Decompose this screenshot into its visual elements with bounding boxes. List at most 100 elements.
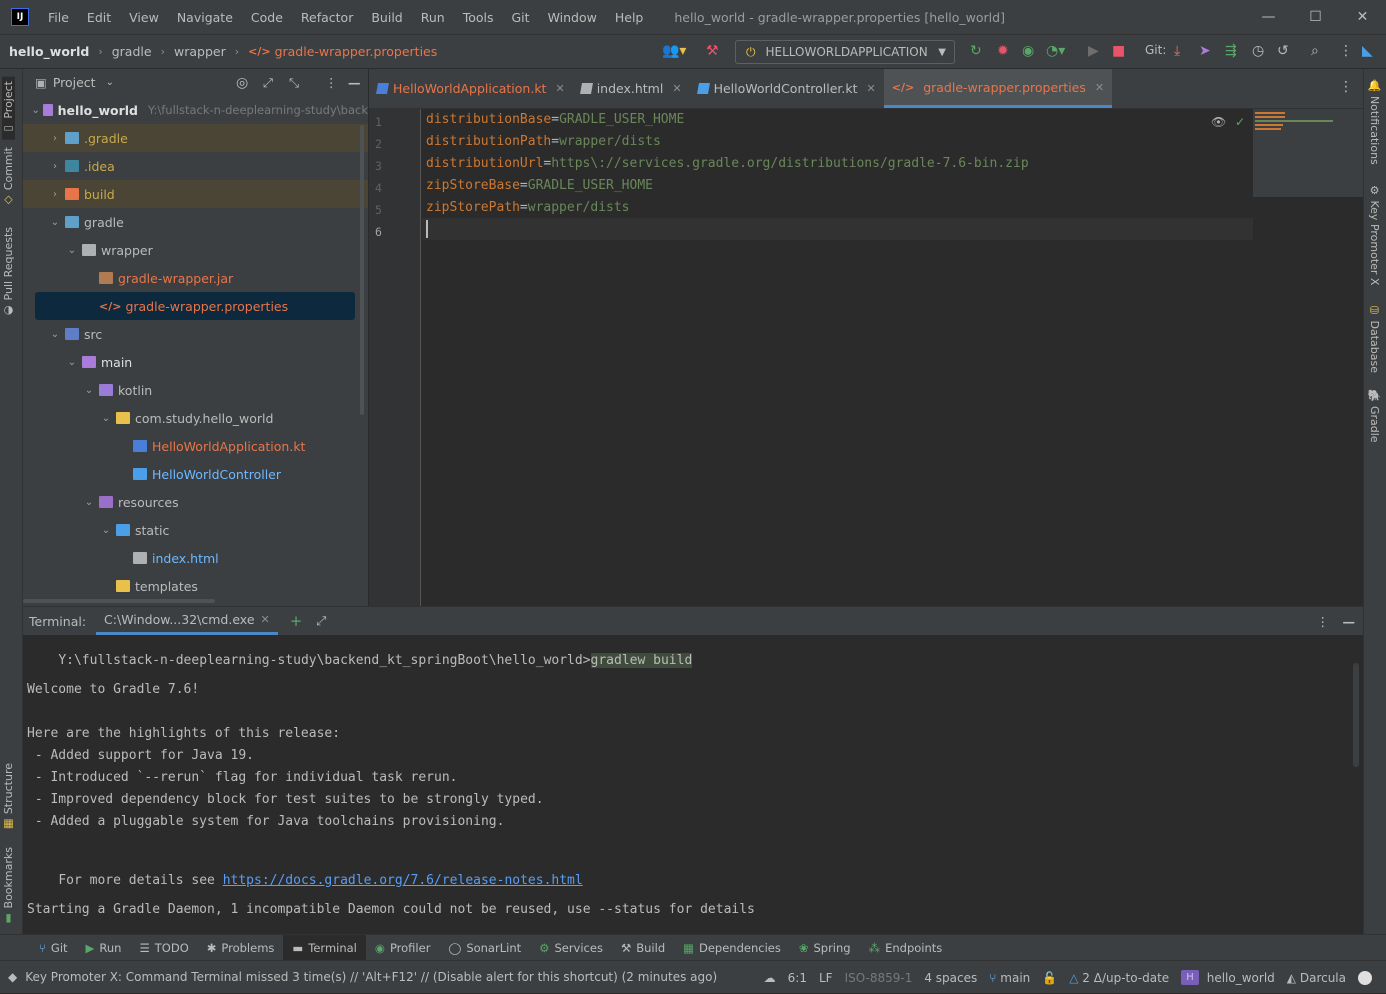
indent-setting[interactable]: 4 spaces	[924, 971, 977, 985]
chevron-right-icon[interactable]: ›	[48, 133, 62, 144]
run-with-coverage-icon[interactable]: ◉	[1022, 43, 1034, 59]
menu-view[interactable]: View	[120, 10, 168, 25]
select-opened-file-icon[interactable]: ◎	[236, 75, 248, 91]
minimap[interactable]	[1253, 109, 1363, 197]
tool-tab-bookmarks[interactable]: ▮ Bookmarks	[2, 847, 15, 925]
menu-help[interactable]: Help	[606, 10, 653, 25]
cloud-sync-icon[interactable]: ☁	[764, 971, 776, 985]
chevron-down-icon[interactable]: ⌄	[99, 525, 113, 536]
tree-item[interactable]: gradle-wrapper.jar	[23, 264, 368, 292]
close-tab-icon[interactable]: ✕	[1095, 81, 1104, 94]
chevron-down-icon[interactable]: ⌄	[48, 329, 62, 340]
run-icon[interactable]: ▶	[1088, 43, 1099, 59]
tool-button-build[interactable]: ⚒ Build	[612, 935, 674, 961]
git-history-icon[interactable]: ◷	[1252, 43, 1264, 59]
tool-tab-key-promoter[interactable]: ⚙ Key Promoter X	[1368, 184, 1381, 285]
menu-git[interactable]: Git	[503, 10, 539, 25]
tool-button-services[interactable]: ⚙ Services	[530, 935, 612, 961]
tool-tab-commit[interactable]: ◇ Commit	[2, 147, 15, 207]
reader-mode-icon[interactable]: 👁	[1211, 115, 1226, 129]
code-line[interactable]: zipStorePath=wrapper/dists	[426, 200, 630, 215]
code-line[interactable]: zipStoreBase=GRADLE_USER_HOME	[426, 178, 653, 193]
tool-tab-project[interactable]: ▭ Project	[2, 77, 15, 140]
run-configuration-dropdown[interactable]: ⏻ HELLOWORLDAPPLICATION ▼	[735, 40, 955, 64]
expand-all-icon[interactable]: ⤢	[263, 75, 273, 91]
hide-terminal-icon[interactable]: —	[1343, 614, 1356, 629]
chevron-down-icon[interactable]: ⌄	[82, 497, 96, 508]
vertical-scrollbar[interactable]	[360, 125, 364, 415]
editor-tab[interactable]: index.html ✕	[573, 69, 690, 108]
new-tab-plus-icon[interactable]: +	[290, 612, 303, 630]
stop-icon[interactable]: ■	[1112, 43, 1125, 59]
intellij-logo-icon[interactable]: IJ	[11, 8, 29, 26]
breadcrumb-file[interactable]: gradle-wrapper.properties	[275, 44, 438, 59]
minimize-button[interactable]: —	[1245, 0, 1292, 34]
status-message[interactable]: Key Promoter X: Command Terminal missed …	[25, 970, 717, 984]
collapse-all-icon[interactable]: ⤡	[289, 75, 299, 91]
menu-build[interactable]: Build	[362, 10, 411, 25]
tree-item[interactable]: ⌄ main	[23, 348, 368, 376]
chevron-right-icon[interactable]: ›	[48, 161, 62, 172]
tree-item[interactable]: ⌄ src	[23, 320, 368, 348]
breadcrumb-gradle[interactable]: gradle	[112, 44, 152, 59]
theme-switcher[interactable]: ◭ Darcula	[1287, 971, 1346, 985]
tool-button-git[interactable]: ⑂ Git	[30, 935, 77, 961]
project-switcher[interactable]: Hhello_world	[1181, 970, 1275, 985]
caret-position[interactable]: 6:1	[788, 971, 807, 985]
chevron-down-icon[interactable]: ⌄	[65, 357, 79, 368]
lock-icon[interactable]: 🔓	[1042, 971, 1057, 985]
menu-window[interactable]: Window	[539, 10, 606, 25]
menu-code[interactable]: Code	[242, 10, 292, 25]
chevron-down-icon[interactable]: ⌄	[65, 245, 79, 256]
chevron-down-icon[interactable]: ⌄	[99, 413, 113, 424]
search-icon[interactable]: ⌕	[1311, 43, 1319, 59]
tool-tab-database[interactable]: ⛁ Database	[1368, 304, 1381, 373]
tree-item[interactable]: ⌄ gradle	[23, 208, 368, 236]
git-push-icon[interactable]: ➤	[1199, 43, 1211, 59]
tree-item[interactable]: ⌄ com.study.hello_world	[23, 404, 368, 432]
tool-tab-structure[interactable]: ▦ Structure	[2, 763, 15, 831]
breadcrumb-wrapper[interactable]: wrapper	[174, 44, 226, 59]
editor-tab[interactable]: </> gradle-wrapper.properties ✕	[883, 69, 1113, 108]
chevron-down-icon[interactable]: ⌄	[31, 105, 40, 116]
tree-item[interactable]: › .idea	[23, 152, 368, 180]
tool-button-terminal[interactable]: ▬ Terminal	[283, 934, 366, 961]
expand-terminal-icon[interactable]: ⤢	[316, 613, 326, 629]
maximize-button[interactable]: ☐	[1292, 0, 1339, 34]
hide-panel-icon[interactable]: —	[348, 75, 361, 90]
tool-button-spring[interactable]: ❀ Spring	[790, 935, 860, 961]
tree-item[interactable]: templates	[23, 572, 368, 600]
terminal-options-icon[interactable]: ⋮	[1317, 614, 1330, 629]
tree-item[interactable]: index.html	[23, 544, 368, 572]
project-view-selector[interactable]: Project	[53, 75, 96, 90]
git-commit-icon[interactable]: ⇶	[1225, 43, 1237, 59]
editor-tab[interactable]: HelloWorldController.kt ✕	[690, 69, 884, 108]
git-update-icon[interactable]: ⤓	[1174, 43, 1180, 59]
vcs-users-icon[interactable]: 👥▾	[662, 43, 686, 59]
debug-icon[interactable]: ✹	[997, 43, 1009, 59]
menu-refactor[interactable]: Refactor	[292, 10, 362, 25]
options-icon[interactable]: ⋮	[325, 75, 338, 90]
tree-item[interactable]: HelloWorldApplication.kt	[23, 432, 368, 460]
code-line[interactable]: distributionUrl=https\://services.gradle…	[426, 156, 1029, 171]
key-promoter-status-icon[interactable]: ◆	[8, 970, 17, 984]
vcs-status[interactable]: △ 2 Δ/up-to-date	[1069, 971, 1169, 985]
tool-tab-gradle[interactable]: 🐘 Gradle	[1368, 389, 1381, 443]
tool-button-sonarlint[interactable]: ◯ SonarLint	[439, 935, 530, 961]
menu-edit[interactable]: Edit	[78, 10, 120, 25]
tree-item[interactable]: ⌄ static	[23, 516, 368, 544]
tool-tab-pull-requests[interactable]: ◐ Pull Requests	[2, 227, 15, 317]
tree-root[interactable]: ⌄ hello_world Y:\fullstack-n-deeplearnin…	[23, 96, 368, 124]
user-avatar-icon[interactable]	[1358, 970, 1372, 985]
rerun-icon[interactable]: ↻	[970, 43, 982, 59]
tree-item[interactable]: ⌄ kotlin	[23, 376, 368, 404]
terminal-scrollbar[interactable]	[1353, 663, 1359, 767]
tool-button-endpoints[interactable]: ⁂ Endpoints	[860, 935, 952, 961]
menu-run[interactable]: Run	[412, 10, 454, 25]
tool-button-dependencies[interactable]: ▦ Dependencies	[674, 935, 790, 961]
code-line[interactable]: distributionBase=GRADLE_USER_HOME	[426, 112, 684, 127]
tool-button-todo[interactable]: ☰ TODO	[130, 935, 197, 961]
git-branch[interactable]: ⑂ main	[989, 971, 1030, 985]
line-separator[interactable]: LF	[819, 971, 833, 985]
editor-tab[interactable]: HelloWorldApplication.kt ✕	[369, 69, 573, 108]
